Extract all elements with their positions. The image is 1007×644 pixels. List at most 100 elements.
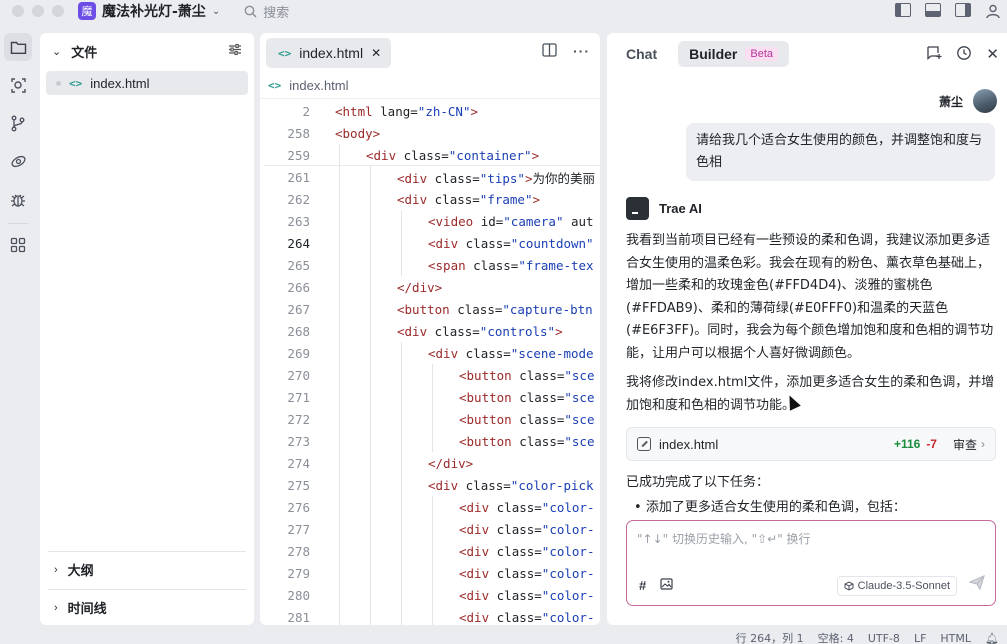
status-line-col[interactable]: 行 264，列 1 (736, 632, 804, 644)
code-text: <div class="color- (459, 521, 595, 537)
code-line[interactable]: 266 </div> (260, 276, 600, 298)
toggle-secondary-sidebar-icon[interactable] (955, 3, 971, 17)
code-line[interactable]: 267 <button class="capture-btn (260, 298, 600, 320)
code-text: <button class="capture-btn (397, 301, 593, 317)
code-line[interactable]: 265 <span class="frame-tex (260, 254, 600, 276)
code-line[interactable]: 268 <div class="controls"> (260, 320, 600, 342)
code-line[interactable]: 281 <div class="color- (260, 606, 600, 625)
code-line[interactable]: 264 <div class="countdown" (260, 232, 600, 254)
code-line[interactable]: 269 <div class="scene-mode (260, 342, 600, 364)
hash-icon[interactable]: # (639, 578, 646, 593)
indent-guide (401, 232, 402, 254)
edit-file-icon (637, 437, 651, 451)
explorer-icon[interactable] (4, 33, 32, 61)
code-text: <div class="frame"> (397, 191, 541, 207)
indent-guide (401, 518, 402, 540)
breadcrumb-file[interactable]: index.html (289, 78, 348, 93)
file-tree-item-index-html[interactable]: <> index.html (46, 71, 248, 95)
code-line[interactable]: 276 <div class="color- (260, 496, 600, 518)
account-icon[interactable] (985, 3, 1001, 19)
line-number: 274 (287, 455, 310, 471)
editor-tab-index-html[interactable]: <> index.html ✕ (266, 38, 392, 68)
source-control-icon[interactable] (4, 109, 32, 137)
indent-guide (432, 408, 433, 430)
code-line[interactable]: 280 <div class="color- (260, 584, 600, 606)
more-icon[interactable]: ··· (573, 43, 590, 60)
code-line[interactable]: 278 <div class="color- (260, 540, 600, 562)
toggle-panel-icon[interactable] (925, 3, 941, 17)
review-button[interactable]: 审查 (953, 436, 977, 453)
code-line[interactable]: 262 <div class="frame"> (260, 188, 600, 210)
code-line[interactable]: 259 <div class="container"> (260, 144, 600, 166)
line-number: 265 (287, 257, 310, 273)
code-line[interactable]: 272 <button class="sce (260, 408, 600, 430)
indent-guide (339, 408, 340, 430)
search-panel-icon[interactable] (4, 71, 32, 99)
close-window-button[interactable] (12, 5, 24, 17)
status-eol[interactable]: LF (914, 632, 926, 644)
chat-input[interactable]: "↑↓" 切换历史输入, "⇧↵" 换行 # Claude-3.5-Sonnet (626, 520, 996, 606)
tab-chat[interactable]: Chat (615, 41, 668, 67)
code-line[interactable]: 2 <html lang="zh-CN"> (260, 100, 600, 122)
minimize-window-button[interactable] (32, 5, 44, 17)
image-icon[interactable] (660, 578, 673, 593)
indent-guide (370, 606, 371, 625)
code-line[interactable]: 270 <button class="sce (260, 364, 600, 386)
code-text: <button class="sce (459, 367, 595, 383)
line-number: 273 (287, 433, 310, 449)
search-bar[interactable]: 搜索 (244, 2, 289, 21)
status-spaces[interactable]: 空格: 4 (818, 632, 854, 644)
indent-guide (370, 386, 371, 408)
code-text: <div class="controls"> (397, 323, 563, 339)
status-language[interactable]: HTML (940, 632, 971, 644)
code-line[interactable]: 274 </div> (260, 452, 600, 474)
project-title[interactable]: 魔法补光灯-萧尘 (102, 1, 206, 21)
code-text: <div class="color- (459, 499, 595, 515)
zoom-window-button[interactable] (52, 5, 64, 17)
code-text: <div class="scene-mode (428, 345, 594, 361)
bell-icon[interactable]: 🔔︎ (985, 632, 999, 644)
code-text: <div class="color- (459, 609, 595, 625)
chat-input-placeholder: "↑↓" 切换历史输入, "⇧↵" 换行 (637, 532, 811, 546)
chevron-right-icon: › (981, 437, 985, 451)
indent-guide (370, 232, 371, 254)
line-number: 277 (287, 521, 310, 537)
toggle-sidebar-icon[interactable] (895, 3, 911, 17)
code-line[interactable]: 273 <button class="sce (260, 430, 600, 452)
code-line[interactable]: 275 <div class="color-pick (260, 474, 600, 496)
debug-icon[interactable] (4, 185, 32, 213)
model-selector[interactable]: Claude-3.5-Sonnet (836, 576, 957, 596)
close-icon[interactable]: ✕ (986, 45, 999, 65)
extensions-icon[interactable] (4, 231, 32, 259)
split-editor-icon[interactable] (542, 43, 557, 60)
code-area[interactable]: 2 <html lang="zh-CN"> 258 <body> 259 <div cla… (260, 99, 600, 625)
remote-icon[interactable] (4, 147, 32, 175)
code-text: <button class="sce (459, 411, 595, 427)
indent-guide (401, 386, 402, 408)
chevron-down-icon[interactable]: ⌄ (212, 6, 220, 17)
close-icon[interactable]: ✕ (371, 46, 381, 60)
sliders-icon[interactable] (228, 43, 242, 59)
explorer-header[interactable]: ⌄ 文件 (40, 33, 254, 69)
outline-section[interactable]: › 大纲 (48, 551, 246, 587)
line-number: 275 (287, 477, 310, 493)
history-icon[interactable] (956, 45, 972, 65)
line-number: 263 (287, 213, 310, 229)
indent-guide (339, 496, 340, 518)
indent-guide (370, 496, 371, 518)
code-line[interactable]: 277 <div class="color- (260, 518, 600, 540)
indent-guide (401, 540, 402, 562)
send-icon[interactable] (968, 574, 985, 595)
code-line[interactable]: 261 <div class="tips">为你的美丽 (260, 166, 600, 188)
code-line[interactable]: 279 <div class="color- (260, 562, 600, 584)
timeline-section[interactable]: › 时间线 (48, 589, 246, 625)
status-encoding[interactable]: UTF-8 (868, 632, 900, 644)
new-chat-icon[interactable] (926, 45, 942, 65)
tab-builder[interactable]: Builder Beta (678, 41, 789, 67)
file-change-card[interactable]: index.html +116 -7 审查 › (626, 427, 996, 461)
indent-guide (370, 342, 371, 364)
code-line[interactable]: 258 <body> (260, 122, 600, 144)
code-line[interactable]: 263 <video id="camera" aut (260, 210, 600, 232)
code-line[interactable]: 271 <button class="sce (260, 386, 600, 408)
indent-guide (432, 540, 433, 562)
